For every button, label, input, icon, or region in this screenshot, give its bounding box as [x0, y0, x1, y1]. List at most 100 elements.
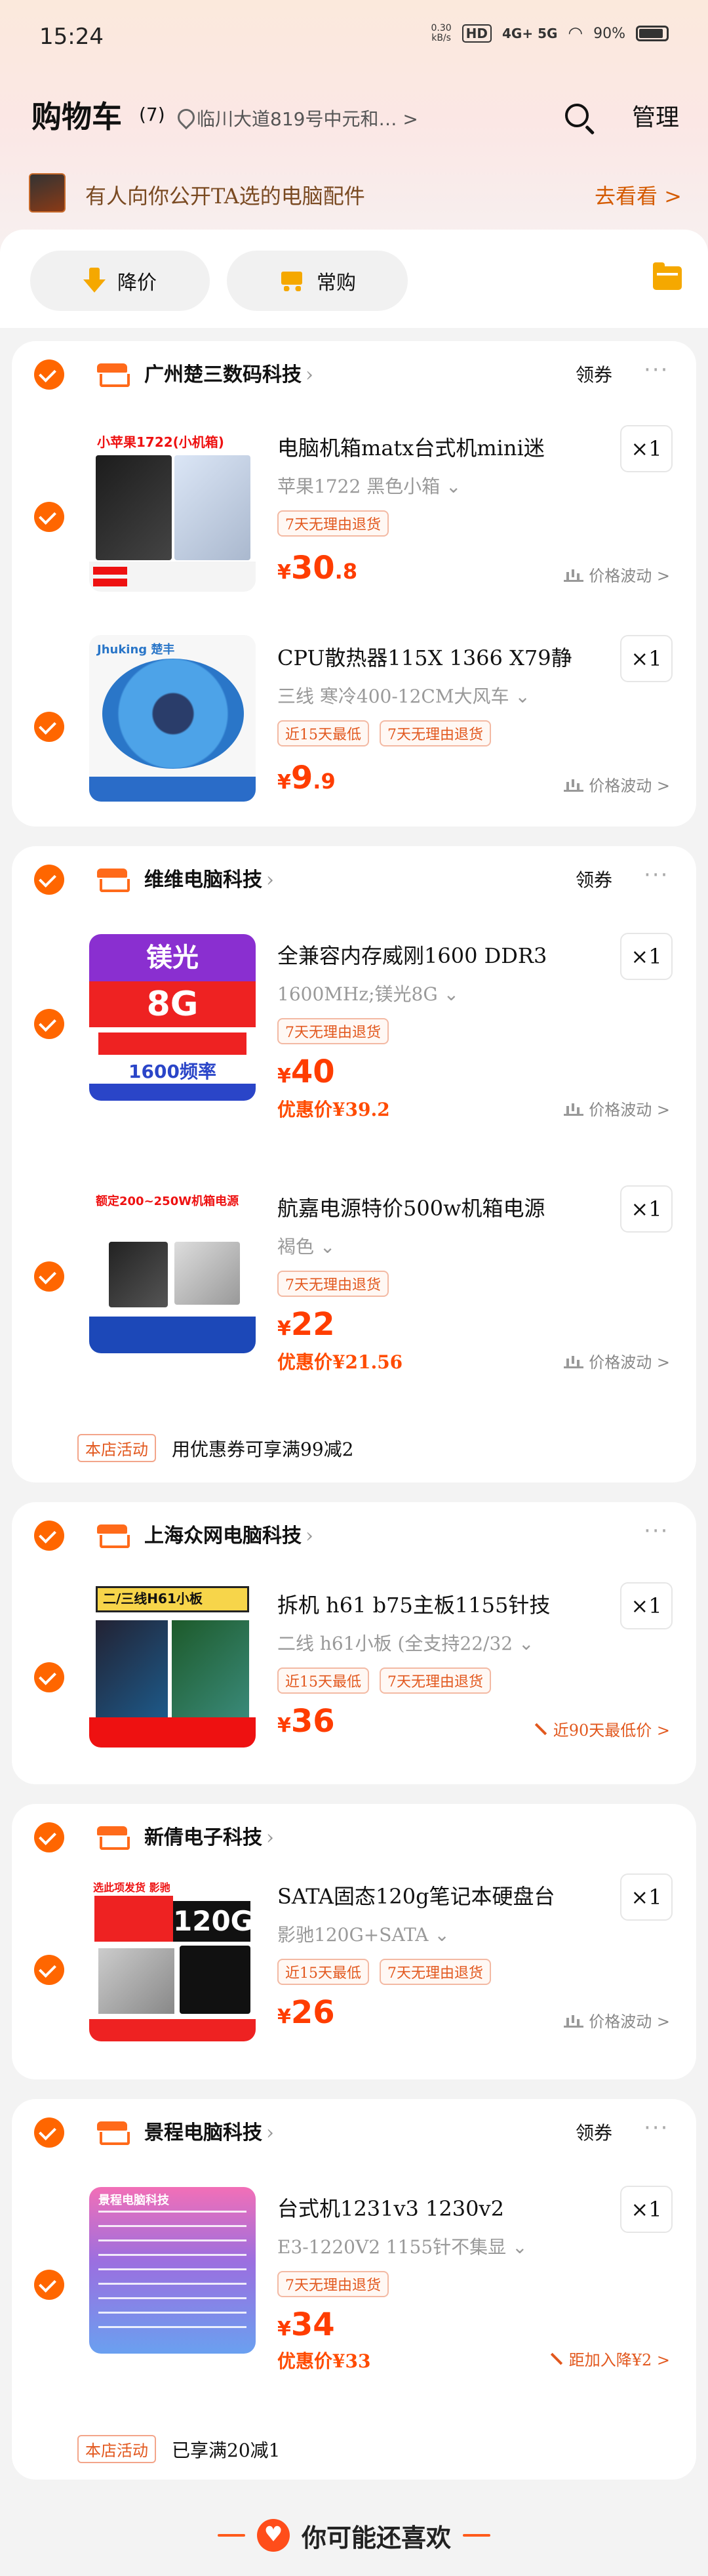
cooler-fan — [102, 659, 244, 769]
cart-item[interactable]: 镁光 8G 1600频率 全兼容内存威刚1600 DDR3 ×1 1600MHz… — [12, 925, 696, 1120]
search-icon-handle — [585, 125, 595, 135]
price-trend-link[interactable]: 价格波动 > — [564, 1349, 670, 1372]
product-image[interactable]: 额定200~250W机箱电源 — [89, 1187, 256, 1353]
frequent-filter[interactable]: 常购 — [227, 251, 408, 311]
more-options-icon[interactable]: ··· — [644, 357, 669, 383]
product-title[interactable]: SATA固态120g笔记本硬盘台 — [277, 1880, 618, 1910]
folder-icon[interactable] — [653, 262, 682, 290]
status-time: 15:24 — [39, 24, 104, 50]
psu-black — [109, 1242, 168, 1307]
more-options-icon[interactable]: ··· — [644, 2115, 669, 2141]
item-checkbox[interactable] — [34, 1662, 64, 1692]
product-spec[interactable]: 二线 h61小板 (全支持22/32 ⌄ — [277, 1629, 534, 1656]
search-button[interactable] — [562, 101, 595, 135]
return-tag: 7天无理由退货 — [380, 1959, 491, 1985]
coupon-button[interactable]: 领券 — [576, 361, 612, 387]
quantity-stepper[interactable]: ×1 — [620, 1582, 673, 1629]
cart-item[interactable]: 额定200~250W机箱电源 航嘉电源特价500w机箱电源 ×1 褐色 ⌄ 7天… — [12, 1177, 696, 1373]
price-trend-link[interactable]: 近90天最低价 > — [532, 1717, 670, 1740]
shop-checkbox[interactable] — [34, 1822, 64, 1852]
shop-card: 维维电脑科技 › 领券 ··· 镁光 8G 1600频率 全兼容内存威刚1600 … — [12, 846, 696, 1482]
product-title[interactable]: 航嘉电源特价500w机箱电源 — [277, 1192, 618, 1222]
price-down-filter[interactable]: 降价 — [30, 251, 210, 311]
product-image[interactable]: 选此项发货 影驰 120G — [89, 1875, 256, 2041]
store-activity[interactable]: 本店活动 已享满20减1 — [77, 2435, 280, 2463]
shop-card: 上海众网电脑科技 › ··· 二/三线H61小板 拆机 h61 b75主板1155… — [12, 1502, 696, 1784]
product-price: ¥36 — [277, 1703, 335, 1740]
promo-banner[interactable]: 有人向你公开TA选的电脑配件 去看看 > — [0, 164, 708, 223]
coupon-button[interactable]: 领券 — [576, 2119, 612, 2145]
more-options-icon[interactable]: ··· — [644, 1518, 669, 1544]
shop-name[interactable]: 新倩电子科技 › — [144, 1821, 274, 1850]
item-checkbox[interactable] — [34, 1009, 64, 1039]
promo-link[interactable]: 去看看 > — [595, 180, 682, 210]
speed-unit: kB/s — [431, 33, 451, 43]
product-spec[interactable]: 苹果1722 黑色小箱 ⌄ — [277, 472, 462, 499]
product-title[interactable]: 拆机 h61 b75主板1155针技 — [277, 1589, 618, 1619]
product-image[interactable]: Jhuking 楚丰 — [89, 635, 256, 802]
image-frequency: 1600频率 — [128, 1061, 216, 1082]
item-checkbox[interactable] — [34, 712, 64, 742]
product-spec[interactable]: E3-1220V2 1155针不集显 ⌄ — [277, 2233, 528, 2259]
cart-item[interactable]: 选此项发货 影驰 120G SATA固态120g笔记本硬盘台 ×1 影驰120G… — [12, 1870, 696, 2060]
product-spec[interactable]: 影驰120G+SATA ⌄ — [277, 1921, 450, 1947]
price-down-icon — [83, 268, 106, 294]
product-image[interactable]: 小苹果1722(小机箱) — [89, 425, 256, 592]
item-checkbox[interactable] — [34, 1261, 64, 1292]
manage-button[interactable]: 管理 — [632, 98, 679, 133]
product-price: ¥26 — [277, 1994, 335, 2031]
product-image[interactable]: 镁光 8G 1600频率 — [89, 934, 256, 1101]
product-spec[interactable]: 三线 寒冷400-12CM大风车 ⌄ — [277, 682, 530, 708]
price-trend-link[interactable]: 价格波动 > — [564, 563, 670, 586]
lowest-price-tag: 近15天最低 — [277, 720, 369, 746]
cart-item[interactable]: Jhuking 楚丰 CPU散热器115X 1366 X79静 ×1 三线 寒冷… — [12, 630, 696, 807]
product-image[interactable]: 景程电脑科技 — [89, 2187, 256, 2354]
price-trend-link[interactable]: 价格波动 > — [564, 2009, 670, 2032]
cart-item[interactable]: 小苹果1722(小机箱) 电脑机箱matx台式机mini迷 ×1 苹果1722 … — [12, 420, 696, 597]
store-activity[interactable]: 本店活动 用优惠券可享满99减2 — [77, 1434, 353, 1462]
delivery-location[interactable]: 临川大道819号中元和… > — [177, 105, 418, 131]
service-tags: 7天无理由退货 — [277, 1018, 389, 1044]
more-options-icon[interactable]: ··· — [644, 862, 669, 888]
product-title[interactable]: 台式机1231v3 1230v2 — [277, 2192, 618, 2222]
price-trend-label: 价格波动 > — [589, 1353, 670, 1372]
product-spec[interactable]: 褐色 ⌄ — [277, 1233, 335, 1259]
item-checkbox[interactable] — [34, 2270, 64, 2300]
price-chart-icon — [564, 2013, 584, 2028]
shop-checkbox[interactable] — [34, 1521, 64, 1551]
image-caption: 小苹果1722(小机箱) — [89, 425, 256, 454]
shop-checkbox[interactable] — [34, 359, 64, 390]
frequent-label: 常购 — [317, 272, 356, 295]
quantity-stepper[interactable]: ×1 — [620, 2186, 673, 2233]
shop-checkbox[interactable] — [34, 865, 64, 895]
recommendation-title: 你可能还喜欢 — [301, 2522, 451, 2552]
shop-name[interactable]: 广州楚三数码科技 › — [144, 358, 313, 387]
price-chart-icon — [564, 1354, 584, 1368]
shop-name[interactable]: 景程电脑科技 › — [144, 2116, 274, 2145]
cart-item[interactable]: 景程电脑科技 台式机1231v3 1230v2 ×1 E3-1220V2 115… — [12, 2178, 696, 2375]
product-image[interactable]: 二/三线H61小板 — [89, 1581, 256, 1748]
product-title[interactable]: 全兼容内存威刚1600 DDR3 — [277, 939, 618, 970]
quantity-stepper[interactable]: ×1 — [620, 635, 673, 682]
product-spec[interactable]: 1600MHz;镁光8G ⌄ — [277, 980, 459, 1006]
price-trend-link[interactable]: 距加入降¥2 > — [548, 2347, 670, 2370]
quantity-stepper[interactable]: ×1 — [620, 933, 673, 980]
image-caption: 额定200~250W机箱电源 — [96, 1195, 239, 1208]
quantity-stepper[interactable]: ×1 — [620, 1185, 673, 1233]
price-trend-link[interactable]: 价格波动 > — [564, 1097, 670, 1120]
shop-checkbox[interactable] — [34, 2117, 64, 2148]
coupon-button[interactable]: 领券 — [576, 866, 612, 892]
quantity-stepper[interactable]: ×1 — [620, 1873, 673, 1921]
price-trend-link[interactable]: 价格波动 > — [564, 773, 670, 796]
shop-name[interactable]: 维维电脑科技 › — [144, 863, 274, 892]
cart-item[interactable]: 二/三线H61小板 拆机 h61 b75主板1155针技 ×1 二线 h61小板… — [12, 1574, 696, 1765]
item-checkbox[interactable] — [34, 1955, 64, 1985]
store-icon — [97, 363, 130, 387]
product-title[interactable]: 电脑机箱matx台式机mini迷 — [277, 432, 618, 462]
product-title[interactable]: CPU散热器115X 1366 X79静 — [277, 642, 618, 672]
price-integer: 22 — [290, 1306, 335, 1343]
activity-tag: 本店活动 — [77, 1434, 156, 1462]
shop-name[interactable]: 上海众网电脑科技 › — [144, 1519, 313, 1548]
quantity-stepper[interactable]: ×1 — [620, 425, 673, 472]
item-checkbox[interactable] — [34, 502, 64, 532]
